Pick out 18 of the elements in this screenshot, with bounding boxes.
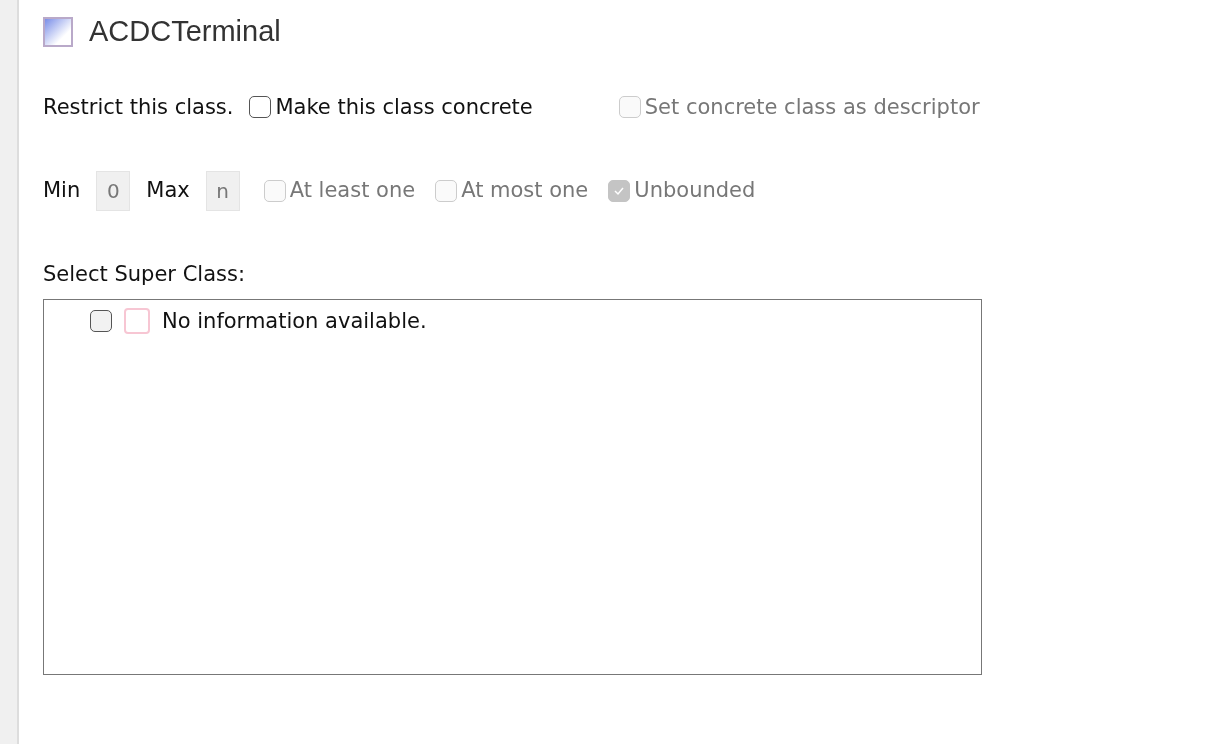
checkbox[interactable] xyxy=(249,96,272,119)
checkbox-label: At least one xyxy=(289,177,416,205)
checkbox-label: Unbounded xyxy=(634,177,756,205)
class-title: ACDCTerminal xyxy=(89,14,281,49)
restrict-label: Restrict this class. xyxy=(43,93,234,121)
class-icon xyxy=(43,16,73,47)
class-icon xyxy=(124,308,150,335)
checkbox-label: Make this class concrete xyxy=(275,93,533,121)
check-icon xyxy=(613,185,626,197)
max-label: Max xyxy=(146,177,190,205)
min-field[interactable]: 0 xyxy=(96,171,131,211)
super-class-label: Select Super Class: xyxy=(43,261,246,288)
max-field[interactable]: n xyxy=(205,171,240,211)
checkbox-label: Set concrete class as descriptor xyxy=(644,93,980,121)
checkbox[interactable] xyxy=(90,310,112,333)
min-label: Min xyxy=(43,177,81,205)
checkbox-label: At most one xyxy=(461,177,589,205)
tree-item-label: No information available. xyxy=(162,307,427,335)
